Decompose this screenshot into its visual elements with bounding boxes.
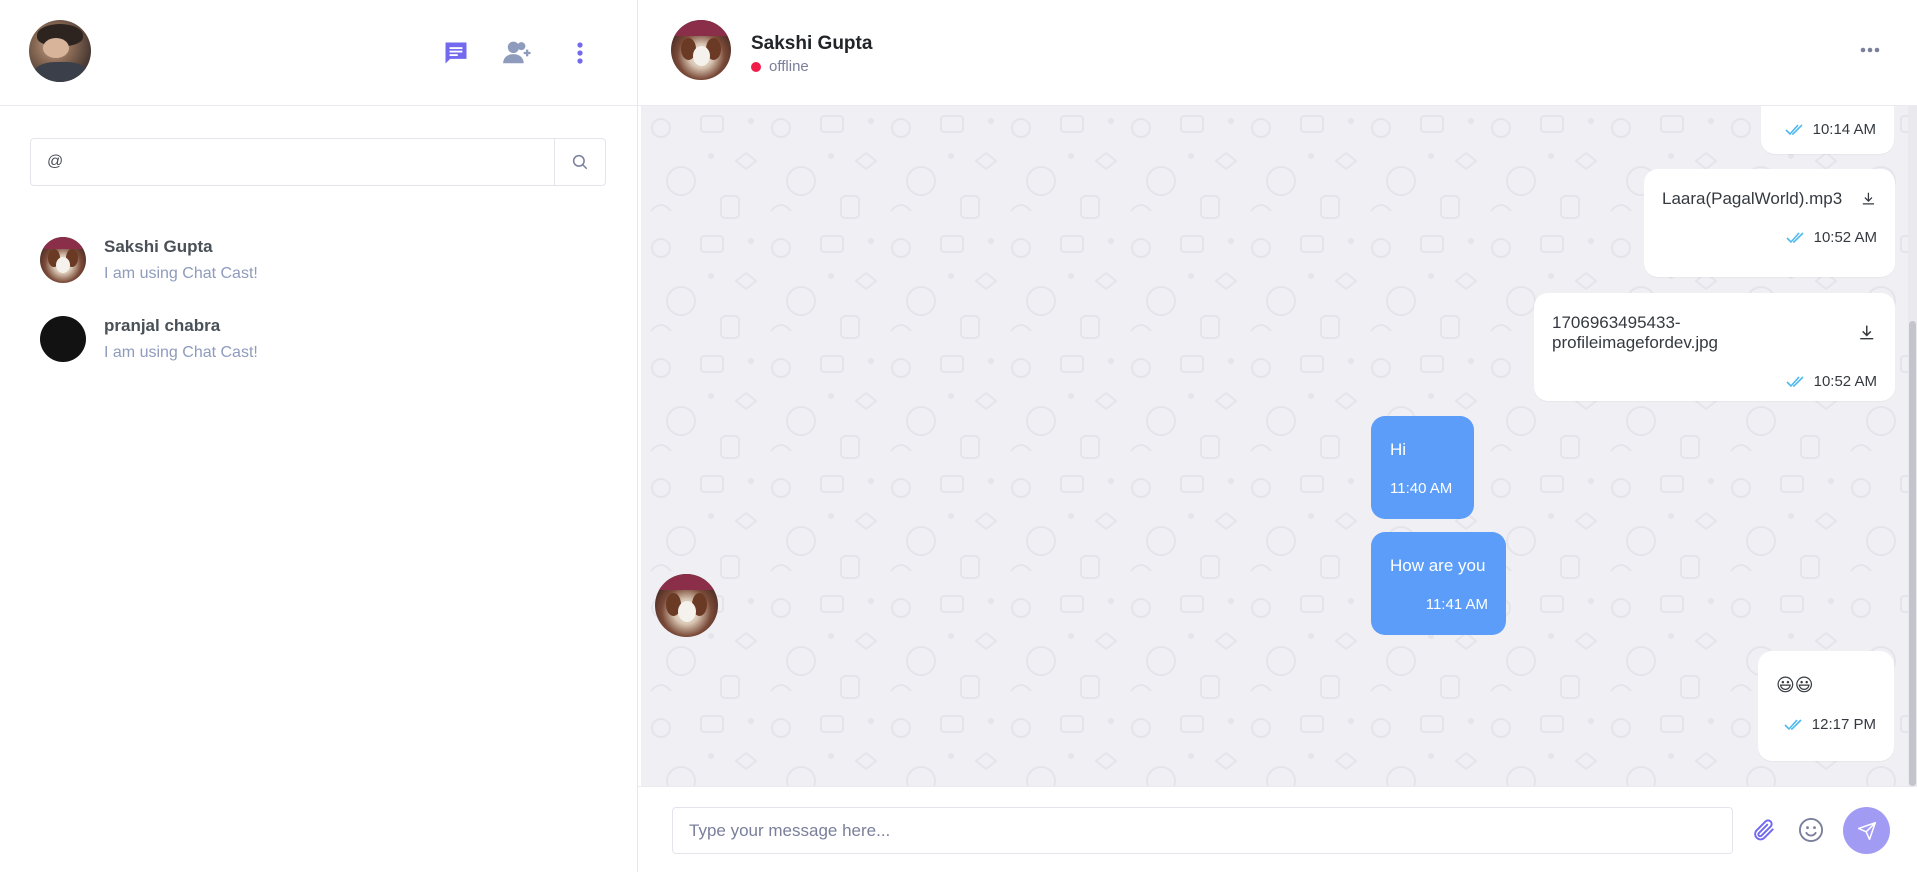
scrollbar-thumb[interactable] xyxy=(1909,321,1916,786)
emoji-icon[interactable] xyxy=(1795,814,1827,846)
search-button[interactable] xyxy=(554,139,605,185)
message-text: How are you xyxy=(1390,556,1486,575)
message-file: 1706963495433-profileimagefordev.jpg 10:… xyxy=(1534,293,1895,401)
search-input[interactable] xyxy=(31,139,554,185)
chat-panel: Sakshi Gupta offline 10:14 AM Laara(Paga… xyxy=(638,0,1917,872)
message-time: 10:52 AM xyxy=(1813,229,1877,246)
contact-name: Sakshi Gupta xyxy=(104,236,213,256)
contact-avatar xyxy=(40,315,86,362)
double-check-icon xyxy=(1785,123,1803,135)
double-check-icon xyxy=(1786,231,1804,243)
more-horizontal-icon[interactable] xyxy=(1853,35,1887,65)
message-time: 10:52 AM xyxy=(1813,373,1877,390)
message-text: 😃😃 xyxy=(1776,675,1814,695)
chat-icon[interactable] xyxy=(439,36,473,70)
attachment-icon[interactable] xyxy=(1748,814,1780,846)
chat-header: Sakshi Gupta offline xyxy=(638,0,1917,106)
add-contact-icon[interactable] xyxy=(501,36,535,70)
search-icon xyxy=(572,154,588,170)
sidebar-header xyxy=(0,0,637,106)
contact-name: pranjal chabra xyxy=(104,315,221,335)
conversation[interactable]: 10:14 AM Laara(PagalWorld).mp3 10:52 AM xyxy=(641,106,1917,786)
message-incoming: Hi 11:40 AM xyxy=(1371,416,1474,519)
double-check-icon xyxy=(1786,375,1804,387)
contact-search xyxy=(30,138,606,186)
file-name: 1706963495433-profileimagefordev.jpg xyxy=(1552,313,1718,352)
partner-status-text: offline xyxy=(769,58,809,75)
message-incoming: How are you 11:41 AM xyxy=(1371,532,1506,635)
chat-app: Sakshi Gupta I am using Chat Cast! pranj… xyxy=(0,0,1917,872)
file-name: Laara(PagalWorld).mp3 xyxy=(1662,189,1843,208)
offline-dot-icon xyxy=(751,61,761,72)
partner-avatar[interactable] xyxy=(671,20,731,80)
message-outgoing: 😃😃 12:17 PM xyxy=(1758,651,1894,761)
message-outgoing: 10:14 AM xyxy=(1761,106,1894,154)
composer xyxy=(638,786,1917,872)
message-time: 10:14 AM xyxy=(1812,121,1876,138)
send-button[interactable] xyxy=(1843,807,1890,854)
my-avatar[interactable] xyxy=(29,20,91,82)
contact-status: I am using Chat Cast! xyxy=(104,343,258,361)
contact-status: I am using Chat Cast! xyxy=(104,264,258,282)
message-time: 11:40 AM xyxy=(1390,480,1453,497)
partner-status: offline xyxy=(751,58,809,75)
download-icon[interactable] xyxy=(1857,323,1877,343)
incoming-sender-avatar xyxy=(655,574,718,637)
sidebar: Sakshi Gupta I am using Chat Cast! pranj… xyxy=(0,0,638,872)
conversation-scrollbar[interactable] xyxy=(1908,106,1917,786)
double-check-icon xyxy=(1784,718,1802,730)
contact-item[interactable]: Sakshi Gupta I am using Chat Cast! xyxy=(0,220,637,299)
message-text: Hi xyxy=(1390,440,1407,459)
message-time: 11:41 AM xyxy=(1425,596,1488,613)
contact-item[interactable]: pranjal chabra I am using Chat Cast! xyxy=(0,299,637,378)
message-time: 12:17 PM xyxy=(1811,716,1876,733)
contact-list: Sakshi Gupta I am using Chat Cast! pranj… xyxy=(0,220,637,378)
sidebar-actions xyxy=(439,36,597,70)
partner-name: Sakshi Gupta xyxy=(751,33,873,54)
message-input[interactable] xyxy=(672,807,1733,854)
download-icon[interactable] xyxy=(1860,189,1877,209)
more-vertical-icon[interactable] xyxy=(563,36,597,70)
send-icon xyxy=(1857,821,1876,840)
message-file: Laara(PagalWorld).mp3 10:52 AM xyxy=(1644,169,1895,277)
contact-avatar xyxy=(40,236,86,283)
